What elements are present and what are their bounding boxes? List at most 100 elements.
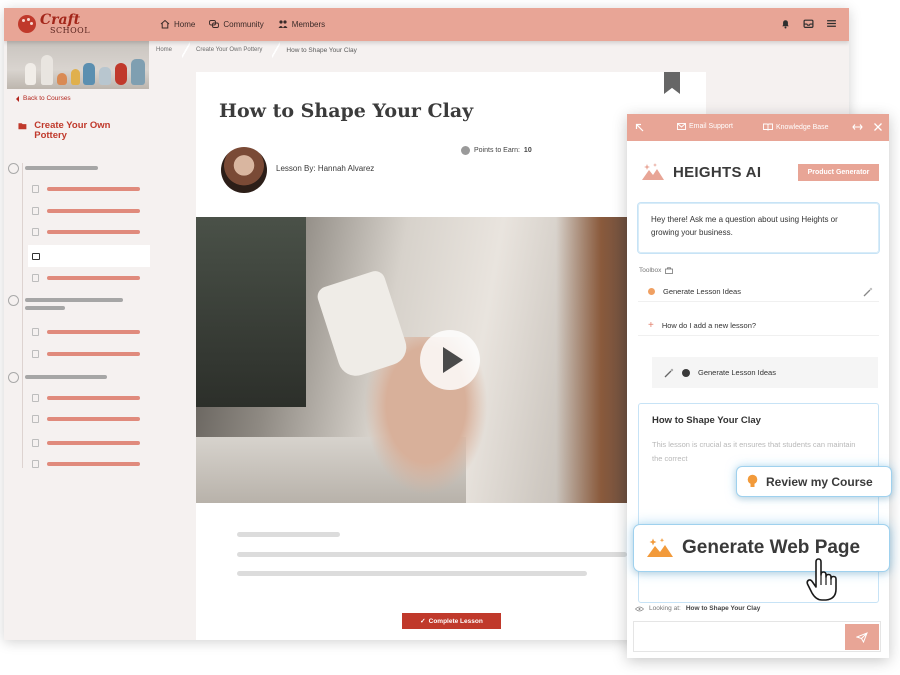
inbox-icon[interactable]	[803, 18, 814, 29]
play-icon[interactable]	[420, 330, 480, 390]
document-icon	[32, 274, 39, 282]
generate-web-page-label: Generate Web Page	[682, 537, 861, 558]
review-my-course-button[interactable]: Review my Course	[736, 466, 892, 497]
nav-members-label: Members	[291, 19, 326, 29]
module-status-icon	[8, 295, 19, 306]
video-icon	[32, 439, 39, 447]
envelope-icon	[677, 123, 686, 130]
toolbox-label-text: Toolbox	[639, 267, 662, 274]
tool-2-label: How do I add a new lesson?	[661, 321, 757, 330]
generate-row-label: Generate Lesson Ideas	[698, 368, 776, 377]
lesson-item[interactable]	[28, 323, 150, 341]
breadcrumb: Home Create Your Own Pottery How to Shap…	[150, 41, 510, 59]
toolbox-label: Toolbox	[639, 267, 674, 274]
lesson-item[interactable]	[28, 202, 150, 220]
course-title[interactable]: Create Your Own Pottery	[18, 121, 138, 141]
lesson-item[interactable]	[28, 455, 150, 473]
module-status-icon	[8, 163, 19, 174]
tool-generate-lesson-ideas[interactable]: Generate Lesson Ideas	[638, 282, 879, 302]
home-icon	[160, 19, 170, 29]
toolbox-icon	[665, 267, 674, 274]
module-status-icon	[8, 372, 19, 383]
back-to-courses-label: Back to Courses	[23, 95, 71, 102]
lesson-author: Lesson By: Hannah Alvarez	[276, 164, 374, 173]
document-icon	[32, 185, 39, 193]
looking-value: How to Shape Your Clay	[685, 605, 761, 612]
video-icon	[32, 328, 39, 336]
folder-open-icon	[18, 123, 27, 130]
knowledge-base-link[interactable]: Knowledge Base	[763, 123, 829, 131]
top-right-icons	[780, 18, 837, 29]
document-icon	[32, 207, 39, 215]
logo-school-text: SCHOOL	[50, 26, 91, 35]
ai-panel-header: Email Support Knowledge Base	[627, 114, 889, 141]
lesson-item[interactable]	[28, 389, 150, 407]
paper-plane-icon	[856, 631, 868, 643]
sparkle-mountain-icon	[642, 163, 664, 180]
module-2[interactable]	[8, 295, 123, 310]
breadcrumb-course[interactable]: Create Your Own Pottery	[190, 47, 272, 53]
nav-members[interactable]: Members	[278, 19, 325, 29]
lesson-item-active[interactable]	[28, 245, 150, 267]
page-title: How to Shape Your Clay	[219, 100, 474, 122]
product-generator-button[interactable]: Product Generator	[798, 164, 879, 181]
review-my-course-label: Review my Course	[766, 474, 873, 489]
breadcrumb-current: How to Shape Your Clay	[286, 46, 357, 54]
members-icon	[278, 20, 288, 28]
back-to-courses-link[interactable]: Back to Courses	[16, 95, 71, 102]
eye-icon	[635, 606, 644, 611]
points-to-earn: Points to Earn: 10	[461, 146, 532, 155]
points-value: 10	[523, 147, 532, 154]
text-placeholder	[237, 552, 627, 557]
ai-greeting-message: Hey there! Ask me a question about using…	[638, 203, 879, 253]
lesson-item[interactable]	[28, 180, 150, 198]
lesson-item[interactable]	[28, 410, 150, 428]
document-icon	[32, 228, 39, 236]
course-sidebar: Back to Courses Create Your Own Pottery	[4, 41, 150, 640]
text-placeholder	[237, 532, 340, 537]
bell-icon[interactable]	[780, 18, 791, 29]
email-support-link[interactable]: Email Support	[677, 123, 733, 130]
module-3[interactable]	[8, 372, 107, 383]
looking-prefix: Looking at:	[649, 605, 681, 612]
generate-lesson-ideas-row[interactable]: Generate Lesson Ideas	[652, 357, 878, 388]
nav-home[interactable]: Home	[160, 19, 195, 29]
hand-pointer-icon	[806, 558, 837, 601]
author-prefix: Lesson By:	[276, 164, 316, 173]
ai-result-card: How to Shape Your Clay This lesson is cr…	[638, 403, 879, 603]
chat-input[interactable]	[633, 621, 881, 652]
module-1[interactable]	[8, 163, 98, 174]
heights-ai-panel: Email Support Knowledge Base HEIGHTS AI …	[627, 114, 889, 658]
close-icon[interactable]	[873, 122, 883, 132]
complete-lesson-label: Complete Lesson	[428, 617, 483, 625]
course-hero-image	[7, 41, 149, 89]
ai-brand-name: HEIGHTS AI	[673, 163, 762, 181]
ai-brand: HEIGHTS AI	[641, 162, 761, 182]
lesson-item[interactable]	[28, 345, 150, 363]
main-nav: Home Community Members	[160, 19, 325, 29]
text-placeholder	[237, 571, 587, 576]
nav-community[interactable]: Community	[209, 19, 264, 29]
plus-icon: +	[648, 320, 654, 331]
complete-lesson-button[interactable]: ✓ Complete Lesson	[402, 613, 501, 629]
document-icon	[32, 460, 39, 468]
magic-wand-icon	[664, 368, 674, 377]
lesson-item[interactable]	[28, 434, 150, 452]
lesson-item[interactable]	[28, 269, 150, 287]
send-button[interactable]	[845, 624, 879, 650]
magic-wand-icon[interactable]	[863, 287, 873, 297]
chat-bubbles-icon	[209, 20, 220, 28]
resize-horizontal-icon[interactable]	[852, 123, 863, 131]
check-icon: ✓	[420, 618, 426, 625]
breadcrumb-home[interactable]: Home	[150, 47, 182, 53]
expand-arrow-icon[interactable]	[635, 123, 644, 132]
caret-left-icon	[16, 95, 19, 102]
menu-icon[interactable]	[826, 18, 837, 29]
generate-web-page-button[interactable]: Generate Web Page	[633, 524, 890, 572]
lesson-item[interactable]	[28, 223, 150, 241]
bookmark-icon[interactable]	[664, 72, 680, 94]
tool-add-new-lesson[interactable]: + How do I add a new lesson?	[638, 316, 879, 336]
palette-icon	[18, 15, 36, 33]
result-title: How to Shape Your Clay	[652, 415, 761, 426]
craft-school-logo[interactable]: Craft SCHOOL	[18, 12, 90, 37]
